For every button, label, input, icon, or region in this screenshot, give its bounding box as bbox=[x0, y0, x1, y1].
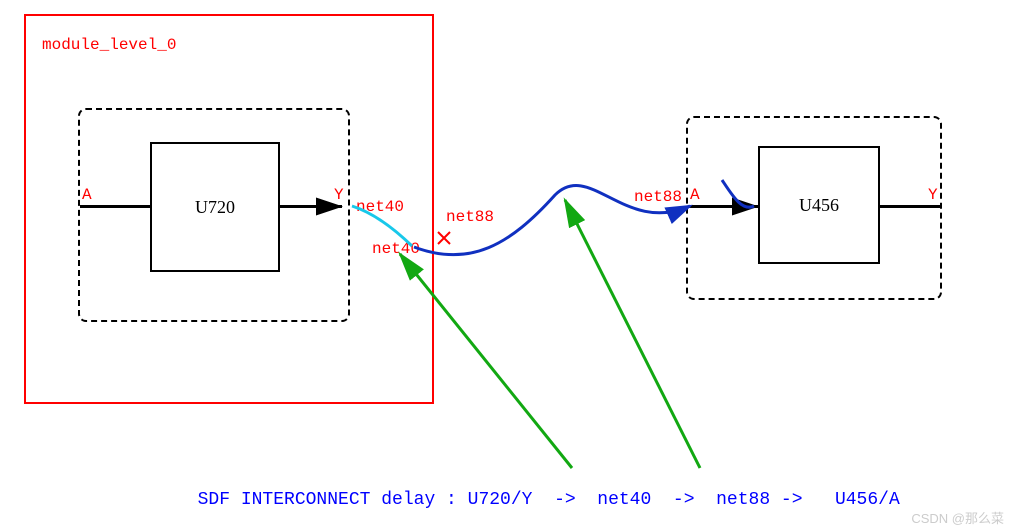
caption-to: U456/A bbox=[835, 490, 900, 510]
left-wire-a bbox=[80, 205, 150, 208]
left-cell: U720 bbox=[150, 142, 280, 272]
right-cell-name: U456 bbox=[799, 195, 839, 216]
net88-left-label: net88 bbox=[446, 208, 494, 226]
net40-top-label: net40 bbox=[356, 198, 404, 216]
caption-from: U720/Y bbox=[468, 490, 533, 510]
caption-prefix: SDF INTERCONNECT delay : bbox=[198, 490, 468, 510]
left-cell-name: U720 bbox=[195, 197, 235, 218]
caption: SDF INTERCONNECT delay : U720/Y -> net40… bbox=[176, 470, 900, 510]
right-pin-a: A bbox=[690, 186, 700, 204]
watermark: CSDN @那么菜 bbox=[911, 508, 1004, 527]
module-label: module_level_0 bbox=[42, 36, 176, 54]
right-pin-y: Y bbox=[928, 186, 938, 204]
left-pin-y: Y bbox=[334, 186, 344, 204]
caption-net88: net88 bbox=[716, 490, 770, 510]
caption-arr3: -> bbox=[770, 490, 835, 510]
dot-left-y bbox=[325, 203, 331, 209]
right-wire-y bbox=[880, 205, 940, 208]
net40-bottom-label: net40 bbox=[372, 240, 420, 258]
right-cell: U456 bbox=[758, 146, 880, 264]
right-wire-a bbox=[688, 205, 758, 208]
left-wire-y bbox=[280, 205, 342, 208]
caption-net40: net40 bbox=[597, 490, 651, 510]
caption-arr1: -> bbox=[532, 490, 597, 510]
net88-right-label: net88 bbox=[634, 188, 682, 206]
caption-arr2: -> bbox=[651, 490, 716, 510]
left-pin-a: A bbox=[82, 186, 92, 204]
